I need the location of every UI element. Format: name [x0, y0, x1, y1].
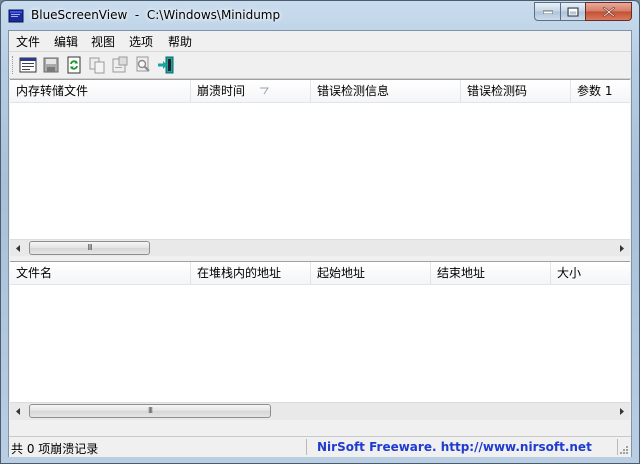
toolbar-grip[interactable] — [12, 56, 15, 74]
app-window: BlueScreenView - C:\Windows\Minidump 文件 … — [0, 0, 640, 464]
column-from-address[interactable]: 起始地址 — [311, 262, 431, 284]
nirsoft-link[interactable]: NirSoft Freeware. http://www.nirsoft.net — [317, 440, 592, 454]
menu-view[interactable]: 视图 — [91, 33, 115, 50]
exit-icon — [158, 56, 174, 74]
exit-button[interactable] — [157, 56, 175, 74]
scrollbar-thumb[interactable]: III — [29, 404, 271, 418]
find-icon — [136, 56, 150, 72]
column-crash-time-label: 崩溃时间 — [197, 84, 246, 98]
column-bug-check-code[interactable]: 错误检测码 — [461, 80, 571, 102]
column-dump-file[interactable]: 内存转储文件 — [10, 80, 191, 102]
module-list[interactable]: 文件名 在堆栈内的地址 起始地址 结束地址 大小 III — [10, 261, 630, 420]
menu-options[interactable]: 选项 — [129, 33, 153, 50]
scroll-grip: III — [87, 243, 92, 252]
record-count: 共 0 项崩溃记录 — [11, 442, 99, 456]
minimize-icon — [542, 10, 553, 14]
refresh-button[interactable] — [65, 56, 83, 74]
menu-file[interactable]: 文件 — [16, 33, 40, 50]
status-bar: 共 0 项崩溃记录 NirSoft Freeware. http://www.n… — [9, 436, 631, 457]
find-button[interactable] — [134, 56, 152, 74]
window-title: BlueScreenView - C:\Windows\Minidump — [31, 8, 281, 22]
app-icon — [8, 9, 24, 23]
column-to-address[interactable]: 结束地址 — [431, 262, 551, 284]
close-icon — [602, 6, 615, 17]
column-parameter-1[interactable]: 参数 1 — [571, 80, 630, 102]
copy-icon — [89, 57, 105, 74]
title-bar[interactable]: BlueScreenView - C:\Windows\Minidump — [1, 1, 639, 30]
column-filename[interactable]: 文件名 — [10, 262, 191, 284]
html-report-button[interactable] — [111, 56, 129, 74]
scroll-left-icon[interactable] — [10, 403, 27, 420]
scroll-left-icon[interactable] — [10, 240, 27, 257]
scroll-right-icon[interactable] — [613, 403, 630, 420]
copy-button[interactable] — [88, 56, 106, 74]
maximize-icon — [567, 7, 579, 16]
column-bug-check-string[interactable]: 错误检测信息 — [311, 80, 461, 102]
crash-dump-list[interactable]: 内存转储文件 崩溃时间 错误检测信息 错误检测码 参数 1 III — [10, 79, 630, 257]
scroll-right-icon[interactable] — [613, 240, 630, 257]
horizontal-scrollbar[interactable]: III — [10, 239, 630, 257]
menu-help[interactable]: 帮助 — [168, 33, 192, 50]
client-area: 文件 编辑 视图 选项 帮助 内存转储文件 崩溃时间 错误检测信息 错误检测码 … — [8, 30, 632, 457]
toolbar — [9, 52, 631, 79]
resize-grip-icon[interactable] — [619, 445, 629, 455]
column-address-in-stack[interactable]: 在堆栈内的地址 — [191, 262, 311, 284]
status-divider — [617, 439, 618, 455]
scroll-grip: III — [147, 406, 153, 415]
save-button[interactable] — [42, 56, 60, 74]
column-crash-time[interactable]: 崩溃时间 — [191, 80, 311, 102]
properties-button[interactable] — [19, 56, 37, 74]
refresh-icon — [67, 56, 81, 74]
close-button[interactable] — [585, 2, 632, 21]
save-icon — [43, 57, 59, 73]
sort-ascending-icon — [260, 87, 269, 95]
horizontal-scrollbar[interactable]: III — [10, 402, 630, 420]
column-size[interactable]: 大小 — [551, 262, 630, 284]
properties-icon — [19, 57, 37, 73]
status-divider — [306, 439, 307, 455]
menu-bar: 文件 编辑 视图 选项 帮助 — [9, 31, 631, 52]
html-report-icon — [112, 56, 128, 73]
crash-dump-list-header: 内存转储文件 崩溃时间 错误检测信息 错误检测码 参数 1 — [10, 80, 630, 103]
menu-edit[interactable]: 编辑 — [54, 33, 78, 50]
maximize-button[interactable] — [560, 2, 586, 21]
module-list-header: 文件名 在堆栈内的地址 起始地址 结束地址 大小 — [10, 262, 630, 285]
scrollbar-thumb[interactable]: III — [29, 241, 150, 255]
minimize-button[interactable] — [534, 2, 561, 21]
